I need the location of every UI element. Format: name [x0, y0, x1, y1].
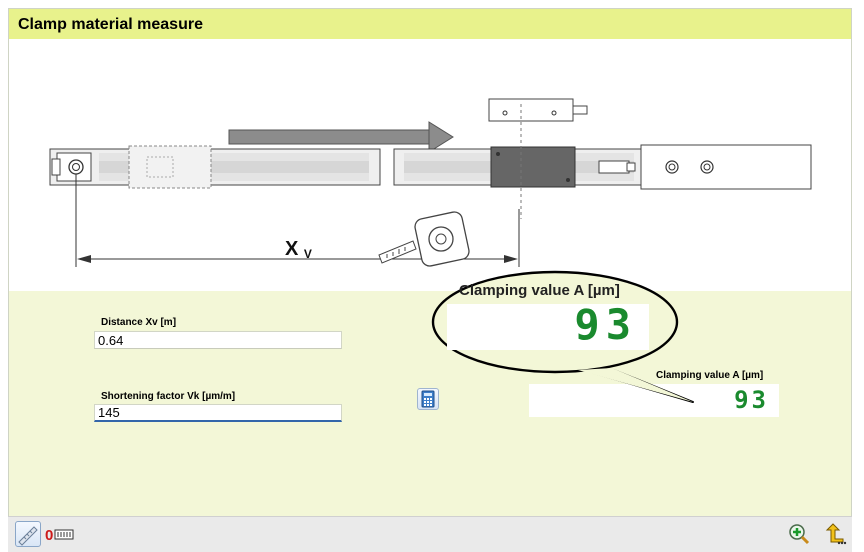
diagram-area: X V [9, 39, 851, 291]
measure-scale-button[interactable] [15, 521, 41, 547]
scale-right-section [393, 144, 812, 190]
distance-label: Distance Xv [m] [101, 317, 177, 328]
distance-input[interactable] [94, 331, 342, 349]
clamp-diagram: X V [49, 98, 812, 267]
shortening-factor-label: Shortening factor Vk [µm/m] [101, 391, 236, 402]
distance-subscript: V [304, 247, 312, 261]
title-bar: Clamp material measure [9, 9, 851, 39]
svg-text:X V: X V [285, 238, 312, 261]
calculator-button[interactable] [417, 388, 439, 410]
bottom-toolbar: 0 [8, 516, 852, 552]
clamping-value-display: 93 [529, 384, 779, 417]
clamping-value: 93 [734, 386, 769, 414]
svg-text:0: 0 [45, 527, 53, 544]
bubble-value-display: 93 [447, 300, 649, 350]
distance-symbol: X [285, 238, 299, 260]
bubble-value: 93 [574, 300, 637, 349]
scale-left-section [49, 145, 381, 189]
clamping-value-label: Clamping value A [µm] [656, 370, 764, 381]
direction-arrow [228, 121, 454, 153]
tape-measure-icon [378, 211, 470, 267]
zoom-in-button[interactable] [786, 521, 812, 547]
reset-counter-icon: 0 [45, 527, 74, 544]
bubble-label: Clamping value A [µm] [459, 282, 620, 299]
back-icon [825, 523, 847, 545]
measure-scale-icon [18, 526, 38, 546]
calculator-icon [421, 390, 435, 408]
shortening-factor-input[interactable] [94, 404, 342, 422]
page-title: Clamp material measure [18, 16, 203, 33]
zoom-in-icon [789, 524, 810, 545]
back-button[interactable] [822, 521, 848, 547]
reset-counter-button[interactable]: 0 [43, 521, 77, 547]
main-panel: Clamp material measure X V [8, 8, 852, 518]
